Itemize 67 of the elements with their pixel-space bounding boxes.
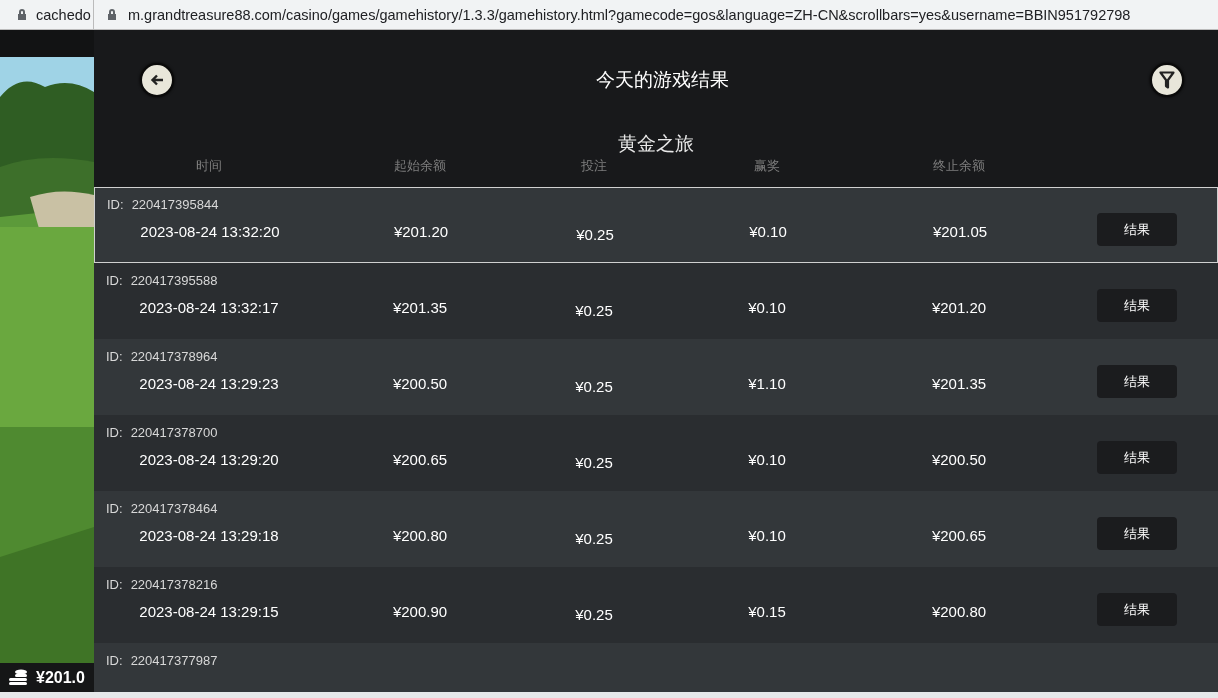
end-balance-cell-text: ¥200.65 <box>930 526 988 544</box>
result-button[interactable]: 结果 <box>1097 213 1177 246</box>
id-label: ID: <box>107 197 124 212</box>
time-cell-text: 2023-08-24 13:29:20 <box>138 450 280 468</box>
round-id: 220417377987 <box>130 653 218 668</box>
history-row[interactable]: ID: 220417395844 2023-08-24 13:32:20 ¥201.20 ¥0.25 ¥0.10 ¥201.05 结果 <box>94 187 1218 263</box>
url-text[interactable]: cachedo <box>36 6 91 23</box>
start-balance-cell-text: ¥201.20 <box>392 222 450 240</box>
result-button[interactable]: 结果 <box>1097 593 1177 626</box>
bet-cell-text: ¥0.25 <box>575 224 615 243</box>
end-balance-cell-text: ¥201.35 <box>930 374 988 392</box>
bet-cell-text: ¥0.25 <box>574 452 614 471</box>
history-row[interactable]: ID: 220417377987 <box>94 643 1218 692</box>
win-cell-text: ¥0.10 <box>747 450 787 468</box>
end-balance-cell-text: ¥200.50 <box>930 450 988 468</box>
id-label: ID: <box>106 653 123 668</box>
end-balance-cell-text: ¥200.80 <box>930 602 988 620</box>
start-balance-cell-text: ¥200.80 <box>391 526 449 544</box>
end-balance-cell-text: ¥201.20 <box>930 298 988 316</box>
id-label: ID: <box>106 425 123 440</box>
bet-cell-text: ¥0.25 <box>574 300 614 319</box>
history-row[interactable]: ID: 220417378464 2023-08-24 13:29:18 ¥200.80 ¥0.25 ¥0.10 ¥200.65 结果 <box>94 491 1218 567</box>
round-id: 220417378216 <box>130 577 218 592</box>
bet-cell-text: ¥0.25 <box>574 528 614 547</box>
round-id: 220417395844 <box>131 197 219 212</box>
round-id: 220417378464 <box>130 501 218 516</box>
bet-cell-text: ¥0.25 <box>574 376 614 395</box>
address-bar-url[interactable]: m.grandtreasure88.com/casino/games/gamehistory/1.3.3/gamehistory.html?gamecode=gos&language=ZH-CN&scrollbars=yes&username=BBIN951792798 <box>128 6 1131 23</box>
result-button[interactable]: 结果 <box>1097 289 1177 322</box>
column-header: 终止余额 <box>932 158 986 175</box>
win-cell-text: ¥0.10 <box>748 222 788 240</box>
page-title: 今天的游戏结果 <box>595 68 729 92</box>
history-row[interactable]: ID: 220417378964 2023-08-24 13:29:23 ¥200.50 ¥0.25 ¥1.10 ¥201.35 结果 <box>94 339 1218 415</box>
time-cell-text: 2023-08-24 13:32:20 <box>139 222 281 240</box>
start-balance-cell-text: ¥201.35 <box>391 298 449 316</box>
column-header: 投注 <box>580 158 608 175</box>
column-header: 赢奖 <box>753 158 781 175</box>
win-cell-text: ¥0.10 <box>747 526 787 544</box>
round-id: 220417395588 <box>130 273 218 288</box>
id-label: ID: <box>106 349 123 364</box>
start-balance-cell-text: ¥200.65 <box>391 450 449 468</box>
result-button[interactable]: 结果 <box>1097 365 1177 398</box>
win-cell-text: ¥1.10 <box>747 374 787 392</box>
id-label: ID: <box>106 501 123 516</box>
bet-cell-text: ¥0.25 <box>574 604 614 623</box>
round-id: 220417378700 <box>130 425 218 440</box>
result-button[interactable]: 结果 <box>1097 441 1177 474</box>
result-button[interactable]: 结果 <box>1097 517 1177 550</box>
start-balance-cell-text: ¥200.50 <box>391 374 449 392</box>
win-cell-text: ¥0.15 <box>747 602 787 620</box>
time-cell-text: 2023-08-24 13:32:17 <box>138 298 280 316</box>
history-row[interactable]: ID: 220417378700 2023-08-24 13:29:20 ¥200.65 ¥0.25 ¥0.10 ¥200.50 结果 <box>94 415 1218 491</box>
round-id: 220417378964 <box>130 349 218 364</box>
time-cell-text: 2023-08-24 13:29:18 <box>138 526 280 544</box>
start-balance-cell-text: ¥200.90 <box>391 602 449 620</box>
win-cell-text: ¥0.10 <box>747 298 787 316</box>
end-balance-cell-text: ¥201.05 <box>931 222 989 240</box>
time-cell-text: 2023-08-24 13:29:23 <box>138 374 280 392</box>
column-header: 时间 <box>195 158 223 175</box>
time-cell-text: 2023-08-24 13:29:15 <box>138 602 280 620</box>
game-name: 黄金之旅 <box>618 133 694 154</box>
column-header: 起始余额 <box>393 158 447 175</box>
history-row[interactable]: ID: 220417378216 2023-08-24 13:29:15 ¥200.90 ¥0.25 ¥0.15 ¥200.80 结果 <box>94 567 1218 643</box>
balance-text: ¥201.0 <box>36 668 85 687</box>
history-row[interactable]: ID: 220417395588 2023-08-24 13:32:17 ¥201.35 ¥0.25 ¥0.10 ¥201.20 结果 <box>94 263 1218 339</box>
id-label: ID: <box>106 577 123 592</box>
id-label: ID: <box>106 273 123 288</box>
